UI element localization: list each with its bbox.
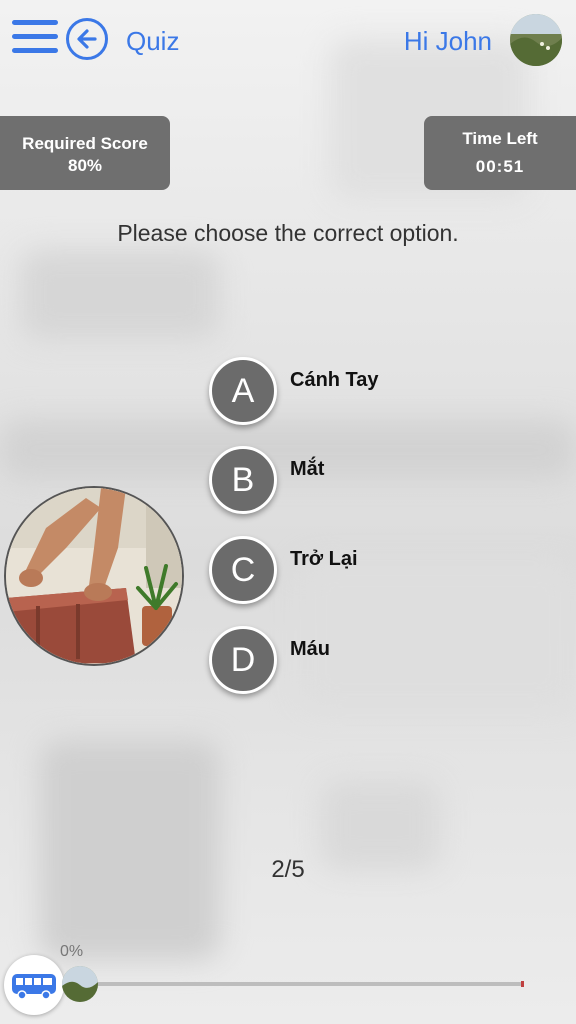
option-c-letter: C (209, 536, 277, 604)
app-header: Quiz Hi John (0, 0, 576, 84)
user-greeting: Hi John (403, 26, 492, 56)
option-b[interactable]: B Mắt (209, 446, 489, 518)
option-a[interactable]: A Cánh Tay (209, 357, 489, 429)
avatar-image (510, 14, 562, 66)
menu-button[interactable] (12, 20, 58, 54)
option-d-letter: D (209, 626, 277, 694)
question-photo (6, 488, 182, 664)
bus-button[interactable] (4, 955, 64, 1015)
avatar[interactable] (510, 14, 562, 66)
page-title: Quiz (126, 26, 180, 56)
option-a-letter: A (209, 357, 277, 425)
option-c-text: Trở Lại (290, 548, 358, 570)
time-left-box: Time Left 00:51 (424, 116, 576, 190)
hamburger-line (12, 48, 58, 53)
required-score-box: Required Score 80% (0, 116, 170, 190)
back-button[interactable] (66, 18, 108, 60)
option-b-text: Mắt (290, 458, 325, 480)
progress-avatar-image (62, 966, 98, 1002)
question-image (4, 486, 184, 666)
time-left-value: 00:51 (475, 157, 525, 176)
time-left-label: Time Left (462, 129, 538, 148)
option-c[interactable]: C Trở Lại (209, 536, 489, 608)
progress-track (70, 981, 524, 987)
arrow-left-circle-icon (77, 29, 97, 49)
required-score-label: Required Score (22, 134, 148, 153)
option-d[interactable]: D Máu (209, 626, 489, 698)
option-b-letter: B (209, 446, 277, 514)
bus-icon (12, 974, 56, 1000)
question-prompt: Please choose the correct option. (117, 220, 459, 246)
question-counter: 2/5 (271, 856, 305, 883)
required-score-value: 80% (67, 156, 103, 175)
progress-avatar (62, 966, 98, 1002)
option-d-text: Máu (290, 638, 330, 660)
option-a-text: Cánh Tay (290, 369, 379, 391)
hamburger-icon (12, 20, 58, 25)
hamburger-line (12, 34, 58, 39)
progress-end-marker (521, 981, 524, 987)
